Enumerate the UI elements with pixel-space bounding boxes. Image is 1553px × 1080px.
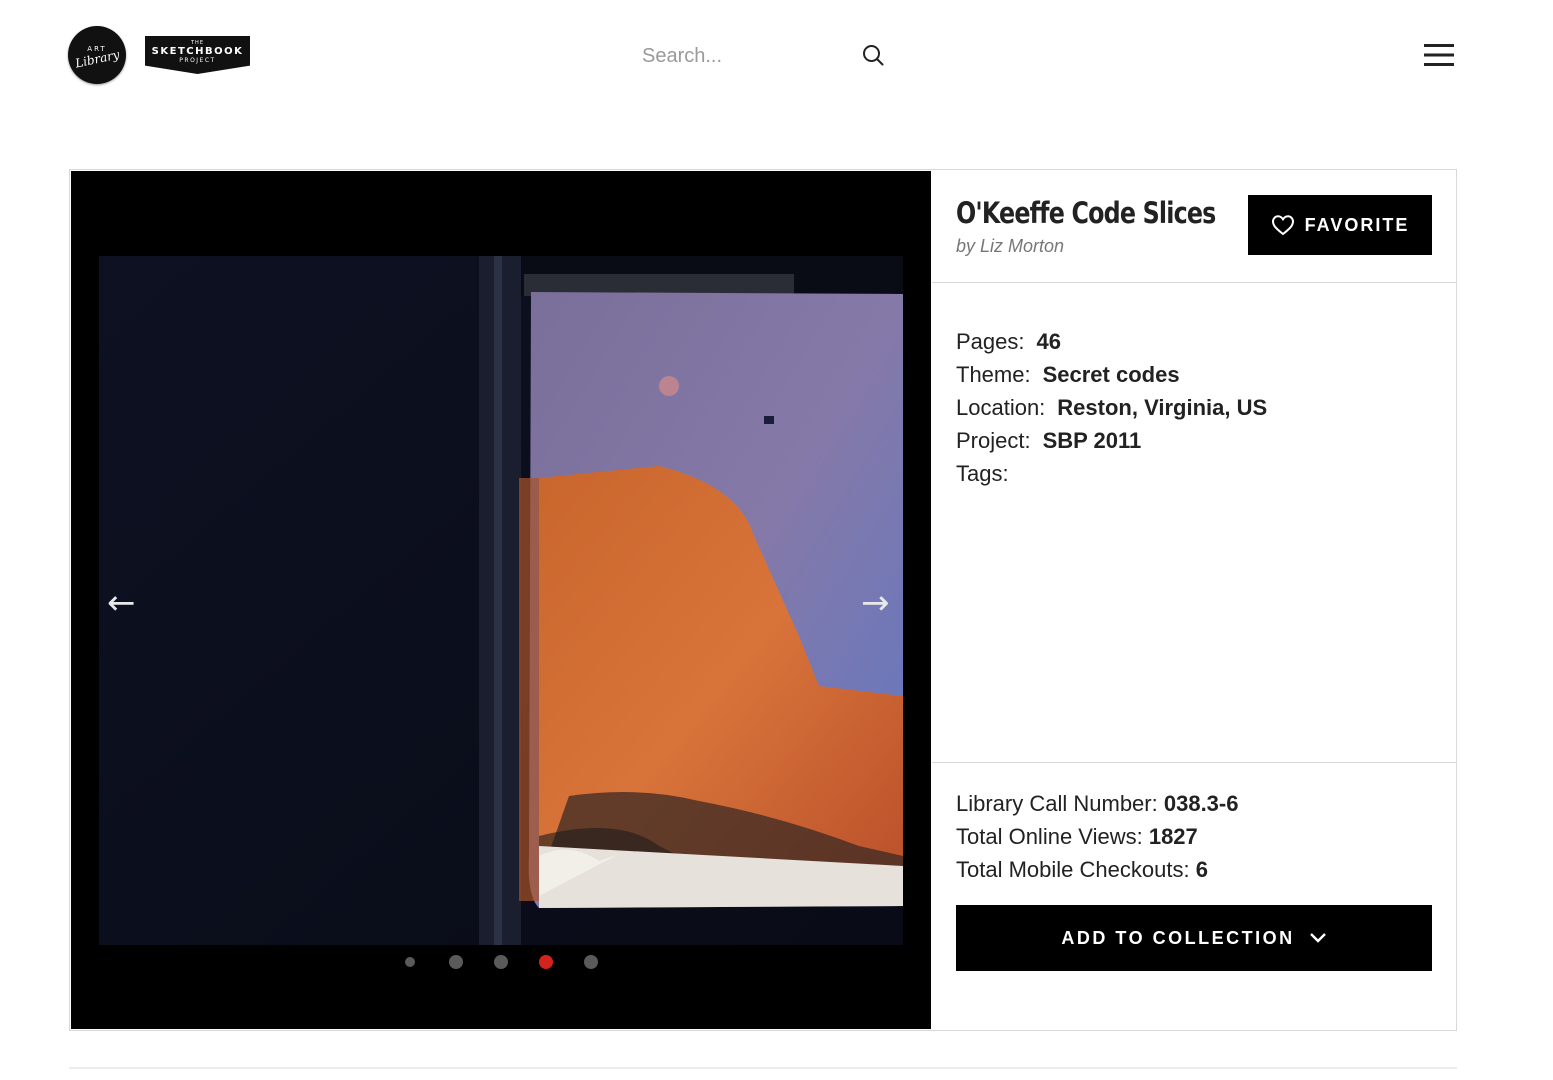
page-dot[interactable] <box>494 955 508 969</box>
logo-sketchbook-text: SKETCHBOOK <box>151 46 244 57</box>
book-info-panel: O'Keeffe Code Slices by Liz Morton FAVOR… <box>932 171 1456 1029</box>
search-icon[interactable] <box>861 43 885 67</box>
stat-label: Total Mobile Checkouts: <box>956 857 1190 882</box>
search-input[interactable] <box>640 38 844 74</box>
page-dot-active[interactable] <box>539 955 553 969</box>
page-dots <box>71 951 931 971</box>
page-dot[interactable] <box>405 957 415 967</box>
stat-value: 038.3-6 <box>1163 791 1239 816</box>
stat-row-mobile-checkouts: Total Mobile Checkouts: 6 <box>956 853 1238 886</box>
heart-icon <box>1271 215 1294 236</box>
detail-value[interactable]: SBP 2011 <box>1043 428 1142 453</box>
sketchbook-card: ← → O'Keeffe Code Slices by Liz Morton F… <box>69 169 1457 1031</box>
divider <box>69 1067 1457 1069</box>
image-viewer: ← → <box>71 171 931 1029</box>
art-library-logo[interactable]: ART Library <box>68 26 126 84</box>
stat-value: 6 <box>1195 857 1208 882</box>
hamburger-menu-icon[interactable] <box>1423 42 1455 68</box>
detail-label: Theme: <box>956 362 1031 387</box>
detail-row-tags: Tags: <box>956 457 1267 490</box>
previous-page-arrow[interactable]: ← <box>107 586 136 620</box>
title-section: O'Keeffe Code Slices by Liz Morton FAVOR… <box>932 171 1456 283</box>
author-byline[interactable]: by Liz Morton <box>956 236 1064 257</box>
detail-row-location: Location: Reston, Virginia, US <box>956 391 1267 424</box>
detail-value[interactable]: Secret codes <box>1043 362 1180 387</box>
stats-section: Library Call Number: 038.3-6 Total Onlin… <box>932 762 1456 1030</box>
logo-library-text: Library <box>73 46 121 71</box>
library-stats: Library Call Number: 038.3-6 Total Onlin… <box>956 787 1238 886</box>
stat-label: Total Online Views: <box>956 824 1143 849</box>
chevron-down-icon <box>1309 933 1326 943</box>
page-dot[interactable] <box>449 955 463 969</box>
add-to-collection-label: ADD TO COLLECTION <box>1061 927 1295 948</box>
favorite-label: FAVORITE <box>1304 214 1410 235</box>
detail-label: Location: <box>956 395 1046 420</box>
detail-row-theme: Theme: Secret codes <box>956 358 1267 391</box>
stat-value: 1827 <box>1148 824 1198 849</box>
detail-label: Project: <box>956 428 1031 453</box>
sketchbook-project-logo[interactable]: THE SKETCHBOOK PROJECT <box>145 36 250 74</box>
detail-label: Tags: <box>956 461 1009 486</box>
sketchbook-page-image <box>99 256 903 945</box>
detail-value[interactable]: Reston, Virginia, US <box>1057 395 1267 420</box>
detail-value: 46 <box>1036 329 1061 354</box>
favorite-button[interactable]: FAVORITE <box>1248 195 1432 255</box>
next-page-arrow[interactable]: → <box>861 586 890 620</box>
detail-label: Pages: <box>956 329 1025 354</box>
stat-row-online-views: Total Online Views: 1827 <box>956 820 1238 853</box>
book-details: Pages: 46 Theme: Secret codes Location: Res… <box>956 325 1267 490</box>
detail-row-project: Project: SBP 2011 <box>956 424 1267 457</box>
logo-project-text: PROJECT <box>179 57 216 64</box>
detail-row-pages: Pages: 46 <box>956 325 1267 358</box>
stat-label: Library Call Number: <box>956 791 1158 816</box>
page-dot[interactable] <box>584 955 598 969</box>
stat-row-call-number: Library Call Number: 038.3-6 <box>956 787 1238 820</box>
add-to-collection-button[interactable]: ADD TO COLLECTION <box>956 905 1432 971</box>
book-title: O'Keeffe Code Slices <box>956 196 1216 230</box>
